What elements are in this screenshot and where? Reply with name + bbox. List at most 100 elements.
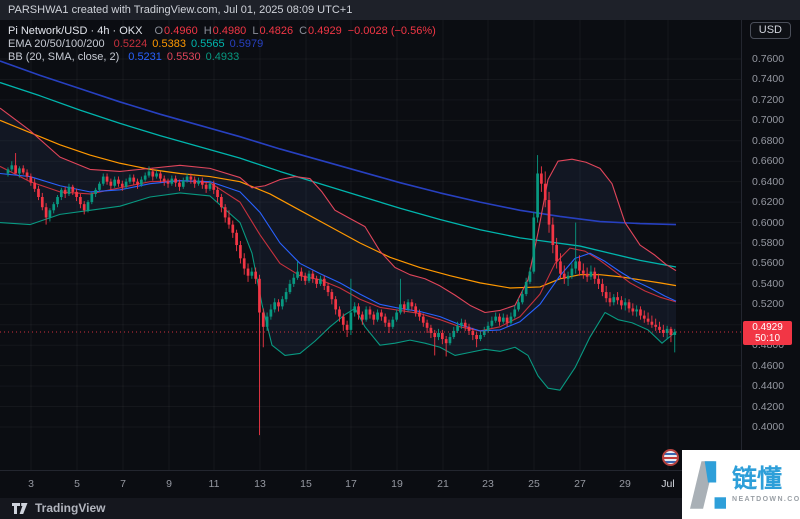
candle-body	[391, 319, 395, 327]
time-tick-label: 13	[254, 478, 266, 490]
candle-body	[86, 202, 90, 211]
candle-body	[265, 316, 269, 327]
candle-body	[246, 268, 250, 276]
candle-body	[128, 177, 132, 182]
candle-body	[364, 309, 368, 320]
chart-legend: Pi Network/USD · 4h · OKX O0.4960 H0.4980 L…	[8, 25, 436, 64]
ema20-value: 0.5224	[113, 38, 148, 50]
candle-body	[132, 177, 136, 182]
candle-body	[239, 245, 242, 259]
site-watermark: 链懂 NEATDOWN.COM	[682, 450, 800, 519]
candle-body	[555, 245, 558, 262]
snapshot-header-text: PARSHWA1 created with TradingView.com, J…	[8, 4, 353, 16]
price-tick-label: 0.4400	[752, 380, 785, 393]
candle-body	[448, 337, 452, 344]
candle-body	[383, 316, 387, 323]
candle-body	[174, 178, 177, 183]
candle-body	[223, 207, 227, 218]
candle-body	[212, 183, 216, 190]
candle-body	[181, 180, 185, 187]
candle-body	[353, 306, 357, 313]
candle-body	[418, 312, 421, 317]
time-tick-label: 25	[528, 478, 540, 490]
candle-body	[25, 172, 29, 177]
candle-body	[71, 186, 75, 192]
avatar-icon	[662, 449, 679, 466]
candle-body	[117, 179, 120, 184]
candle-body	[311, 273, 315, 279]
candle-body	[216, 189, 219, 197]
symbol-title[interactable]: Pi Network/USD · 4h · OKX	[8, 25, 142, 37]
candle-body	[532, 217, 536, 272]
candle-body	[189, 176, 193, 180]
price-axis[interactable]: USD 0.4929 50:10 0.7600 0.7400 0.7200 0.700…	[741, 20, 800, 496]
candle-body	[479, 335, 482, 340]
time-tick-label: 7	[120, 478, 126, 490]
ema50-value: 0.5383	[152, 38, 186, 50]
candle-body	[623, 302, 627, 306]
candle-body	[482, 330, 486, 335]
candle-body	[654, 324, 658, 327]
candle-body	[75, 191, 78, 197]
candle-body	[498, 316, 501, 322]
price-tick-label: 0.7400	[752, 73, 785, 86]
time-tick-label: 9	[166, 478, 172, 490]
ema-indicator-label[interactable]: EMA 20/50/100/200	[8, 38, 105, 50]
candle-body	[460, 322, 463, 326]
candle-body	[505, 317, 509, 323]
price-tick-label: 0.4600	[752, 359, 785, 372]
candle-body	[151, 171, 155, 177]
time-axis[interactable]: 3 5 7 9 11 13 15 17 19 21 23 25 27 29 Jul	[0, 470, 741, 498]
tradingview-logo-icon[interactable]	[12, 502, 29, 514]
candle-body	[273, 302, 277, 310]
candle-body	[330, 292, 334, 300]
price-tick-label: 0.7600	[752, 53, 785, 65]
candle-body	[467, 326, 471, 331]
candle-body	[406, 302, 410, 310]
candle-body	[208, 183, 212, 189]
candle-body	[410, 302, 414, 307]
price-tick-label: 0.6200	[752, 196, 785, 209]
candle-body	[178, 182, 181, 187]
currency-unit-button[interactable]: USD	[749, 22, 791, 39]
candle-body	[593, 271, 597, 279]
price-tick-label: 0.5400	[752, 277, 785, 290]
candle-body	[159, 173, 162, 179]
footer-bar: TradingView	[0, 496, 800, 519]
price-tick-label: 0.6400	[752, 175, 785, 188]
candle-body	[98, 183, 101, 190]
candle-body	[204, 184, 208, 189]
candle-body	[574, 261, 578, 269]
bb-indicator-label[interactable]: BB (20, SMA, close, 2)	[8, 51, 119, 63]
candle-body	[463, 322, 467, 327]
candle-body	[402, 304, 406, 310]
candle-body	[456, 325, 459, 331]
candle-body	[200, 180, 204, 185]
candle-body	[242, 258, 246, 269]
candle-body	[360, 314, 364, 320]
tradingview-attribution[interactable]: TradingView	[35, 501, 105, 515]
candle-body	[300, 271, 303, 276]
candle-body	[231, 224, 235, 233]
time-tick-label: 21	[437, 478, 449, 490]
candle-body	[631, 308, 635, 312]
price-tick-label: 0.7000	[752, 114, 785, 127]
candle-body	[197, 180, 200, 184]
candle-body	[604, 292, 608, 299]
candle-body	[578, 261, 581, 271]
candle-body	[387, 322, 391, 327]
candle-body	[513, 309, 517, 317]
candle-body	[349, 312, 353, 330]
open-value: 0.4960	[164, 25, 198, 37]
chart-canvas[interactable]	[0, 20, 741, 470]
candle-body	[250, 271, 254, 276]
candle-body	[21, 168, 25, 173]
price-tick-label: 0.4000	[752, 421, 785, 433]
candle-body	[372, 314, 376, 320]
candle-body	[90, 193, 94, 203]
price-tick-label: 0.5200	[752, 298, 785, 311]
candle-body	[669, 328, 673, 335]
candle-body	[56, 197, 59, 205]
candle-body	[440, 332, 444, 340]
candle-body	[608, 298, 612, 303]
